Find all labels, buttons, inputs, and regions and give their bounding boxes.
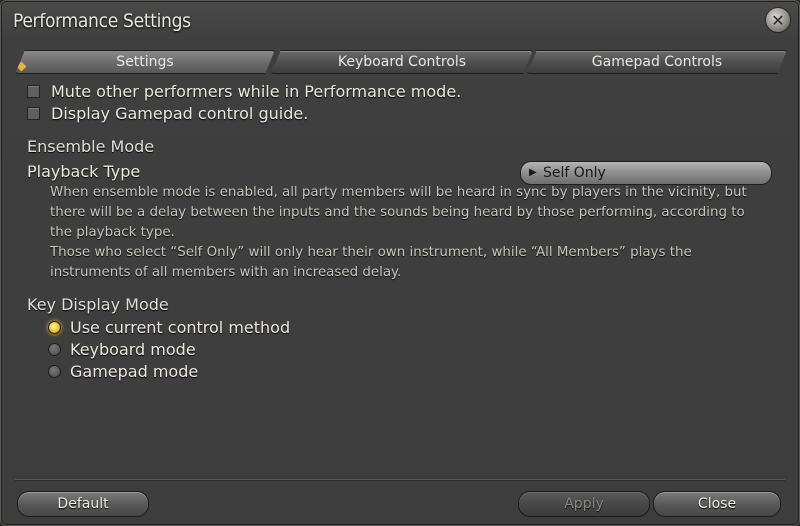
tab-gamepad-controls[interactable]: Gamepad Controls	[527, 50, 787, 74]
radio-gamepad-mode[interactable]: Gamepad mode	[48, 362, 198, 381]
ensemble-description-1: When ensemble mode is enabled, all party…	[50, 185, 747, 240]
radio-keyboard-mode-label: Keyboard mode	[70, 340, 196, 359]
ensemble-mode-heading: Ensemble Mode	[27, 137, 155, 156]
checkbox-mute-performers-label: Mute other performers while in Performan…	[51, 82, 462, 101]
radio-gamepad-mode-label: Gamepad mode	[70, 362, 199, 381]
apply-button[interactable]: Apply	[518, 491, 650, 517]
active-tab-marker-icon	[17, 62, 27, 72]
tab-bar: Settings Keyboard Controls Gamepad Contr…	[15, 50, 785, 74]
triangle-right-icon: ▶	[529, 167, 537, 178]
checkbox-gamepad-guide[interactable]: Display Gamepad control guide.	[27, 104, 308, 123]
playback-type-label: Playback Type	[27, 162, 141, 181]
radio-button[interactable]	[48, 343, 61, 356]
playback-type-dropdown[interactable]: ▶ Self Only	[520, 161, 772, 185]
checkbox-box[interactable]	[27, 85, 40, 98]
footer-divider	[15, 479, 785, 481]
ensemble-description-2: Those who select “Self Only” will only h…	[50, 245, 692, 280]
checkbox-box[interactable]	[27, 107, 40, 120]
radio-button[interactable]	[48, 321, 61, 334]
radio-keyboard-mode[interactable]: Keyboard mode	[48, 340, 196, 359]
playback-type-value: Self Only	[543, 165, 606, 181]
close-button[interactable]: Close	[653, 491, 781, 517]
tab-settings-label: Settings	[116, 54, 174, 70]
default-button[interactable]: Default	[17, 491, 149, 517]
close-icon[interactable]: ✕	[765, 7, 791, 33]
checkbox-mute-performers[interactable]: Mute other performers while in Performan…	[27, 82, 461, 101]
performance-settings-window: Performance Settings ✕ Settings Keyboard…	[0, 0, 800, 526]
radio-use-current-control[interactable]: Use current control method	[48, 318, 290, 337]
tab-keyboard-controls[interactable]: Keyboard Controls	[271, 50, 533, 74]
tab-keyboard-controls-label: Keyboard Controls	[337, 54, 467, 70]
radio-use-current-control-label: Use current control method	[70, 318, 291, 337]
checkbox-gamepad-guide-label: Display Gamepad control guide.	[51, 104, 309, 123]
key-display-mode-heading: Key Display Mode	[27, 295, 169, 314]
tab-gamepad-controls-label: Gamepad Controls	[591, 54, 723, 70]
radio-button[interactable]	[48, 365, 61, 378]
window-title: Performance Settings	[13, 10, 191, 32]
tab-settings[interactable]: Settings	[15, 50, 275, 74]
